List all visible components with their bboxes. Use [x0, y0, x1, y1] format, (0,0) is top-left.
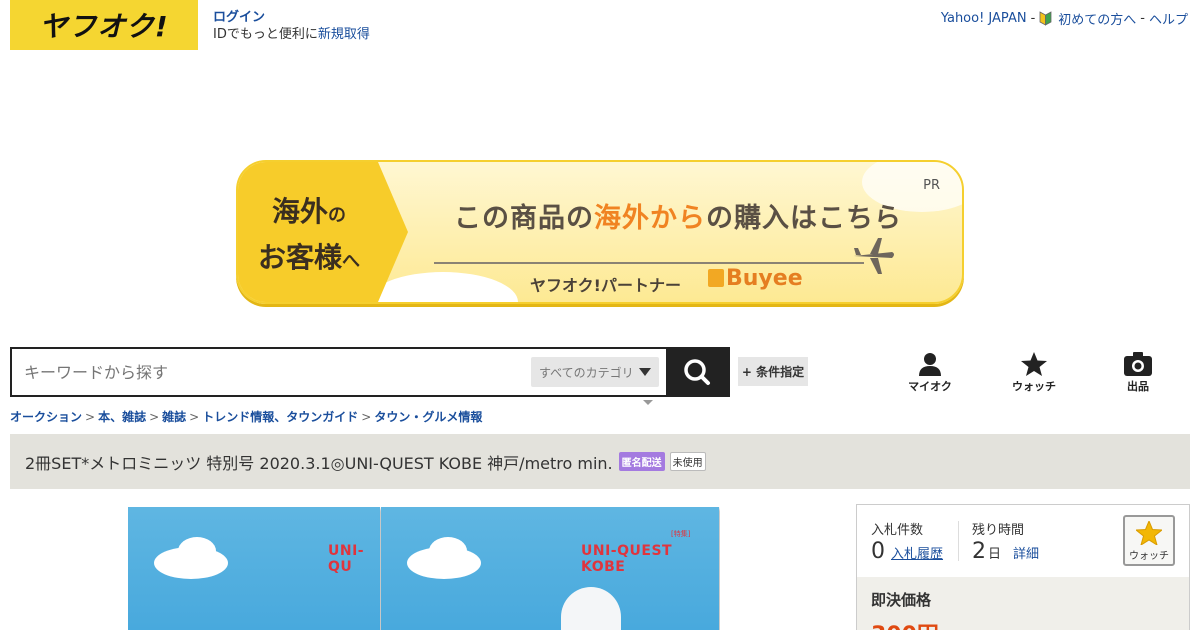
chevron-down-icon	[639, 368, 651, 376]
banner-partner-text: ヤフオク!パートナー	[530, 276, 681, 295]
banner-left-line1: 海外の	[272, 195, 347, 228]
cover-title-text: UNI-QUEST KOBE	[581, 543, 673, 575]
cover-cloud	[178, 537, 216, 565]
airplane-icon	[852, 236, 896, 280]
register-link[interactable]: 新規取得	[318, 27, 370, 42]
category-select-label: すべてのカテゴリ	[539, 365, 634, 380]
banner-headline: この商品の海外からの購入はこちら	[454, 203, 902, 234]
item-title: 2冊SET*メトロミニッツ 特別号 2020.3.1◎UNI-QUEST KOB…	[25, 453, 613, 473]
myauc-label: マイオク	[908, 380, 952, 393]
magazine-cover-image: [特集] UNI-QUEST KOBE	[381, 507, 719, 630]
item-title-bar: 2冊SET*メトロミニッツ 特別号 2020.3.1◎UNI-QUEST KOB…	[10, 434, 1190, 489]
buy-now-price: 300円	[871, 617, 939, 630]
time-detail-link[interactable]: 詳細	[1013, 543, 1039, 562]
time-left-row: 2 日 詳細	[972, 539, 1039, 564]
banner-pr-label: PR	[923, 178, 940, 193]
breadcrumb: オークション > 本、雑誌 > 雑誌 > トレンド情報、タウンガイド > タウン・グルメ情報	[10, 410, 483, 424]
buyee-banner[interactable]: 海外の お客様へ PR この商品の海外からの購入はこちら ヤフオク!パートナー …	[236, 160, 964, 304]
time-left-value: 2	[972, 539, 986, 564]
condition-button[interactable]: + 条件指定	[738, 357, 808, 386]
anonymous-shipping-badge: 匿名配送	[618, 452, 665, 471]
price-box: 入札件数 0 入札履歴 残り時間 2 日 詳細 ウォッチ 即決価格 300円	[856, 504, 1190, 630]
buy-now-section: 即決価格 300円	[857, 577, 1189, 630]
watch-button[interactable]: ウォッチ	[1123, 515, 1175, 566]
cover-illustration	[561, 587, 621, 630]
top-links: Yahoo! JAPAN - 初めての方へ - ヘルプ	[941, 9, 1188, 28]
person-icon	[919, 353, 941, 376]
time-left-unit: 日	[988, 547, 1002, 562]
watch-button-label: ウォッチ	[1129, 551, 1169, 562]
search-icon	[684, 359, 710, 385]
breadcrumb-item[interactable]: タウン・グルメ情報	[374, 410, 482, 424]
help-link[interactable]: ヘルプ	[1149, 9, 1188, 28]
login-box: ログイン IDでもっと便利に新規取得	[213, 9, 370, 43]
sell-label: 出品	[1127, 380, 1149, 393]
yahoo-japan-link[interactable]: Yahoo! JAPAN	[941, 11, 1027, 26]
buyee-bag-icon	[708, 269, 724, 287]
cover-feature-tag: [特集]	[671, 530, 691, 538]
cover-cloud	[429, 537, 467, 565]
search-bar: すべてのカテゴリ	[10, 347, 730, 397]
beginner-mark-icon	[1039, 11, 1052, 26]
banner-flight-line	[434, 262, 864, 264]
divider	[958, 521, 959, 561]
bids-row: 0 入札履歴	[871, 539, 943, 564]
myauc-nav[interactable]: マイオク	[900, 352, 960, 394]
bids-count: 0	[871, 539, 885, 564]
camera-icon	[1124, 352, 1152, 376]
breadcrumb-item[interactable]: 雑誌	[162, 410, 186, 424]
link-separator: -	[1030, 11, 1036, 26]
beginner-link[interactable]: 初めての方へ	[1058, 9, 1136, 28]
banner-left-line2: お客様へ	[258, 241, 361, 274]
sell-nav[interactable]: 出品	[1108, 352, 1168, 394]
bids-label: 入札件数	[871, 523, 924, 538]
yahuoku-logo[interactable]: ヤフオク!	[10, 0, 198, 50]
caret-down-icon	[643, 400, 653, 405]
logo-text: ヤフオク!	[39, 10, 169, 43]
login-sub-text: IDでもっと便利に	[213, 27, 318, 42]
breadcrumb-item[interactable]: 本、雑誌	[98, 410, 146, 424]
banner-cloud	[368, 272, 518, 302]
magazine-cover-image: UNI-QU	[128, 507, 380, 630]
condition-badge: 未使用	[669, 452, 706, 471]
login-link[interactable]: ログイン	[213, 10, 265, 25]
cover-title-text: UNI-QU	[328, 543, 365, 575]
breadcrumb-item[interactable]: オークション	[10, 410, 82, 424]
time-left-label: 残り時間	[972, 523, 1025, 538]
link-separator: -	[1140, 11, 1145, 26]
search-button[interactable]	[666, 349, 728, 395]
watch-nav[interactable]: ウォッチ	[1004, 352, 1064, 394]
category-select[interactable]: すべてのカテゴリ	[531, 357, 659, 387]
item-image-gallery[interactable]: UNI-QU [特集] UNI-QUEST KOBE	[128, 507, 720, 630]
banner-left-panel	[238, 162, 408, 302]
watch-label: ウォッチ	[1012, 380, 1056, 393]
breadcrumb-item[interactable]: トレンド情報、タウンガイド	[202, 410, 358, 424]
buy-now-label: 即決価格	[871, 591, 932, 609]
star-icon	[1136, 521, 1162, 545]
bid-history-link[interactable]: 入札履歴	[891, 543, 943, 562]
star-icon	[1021, 352, 1047, 376]
buyee-logo: Buyee	[708, 266, 803, 291]
